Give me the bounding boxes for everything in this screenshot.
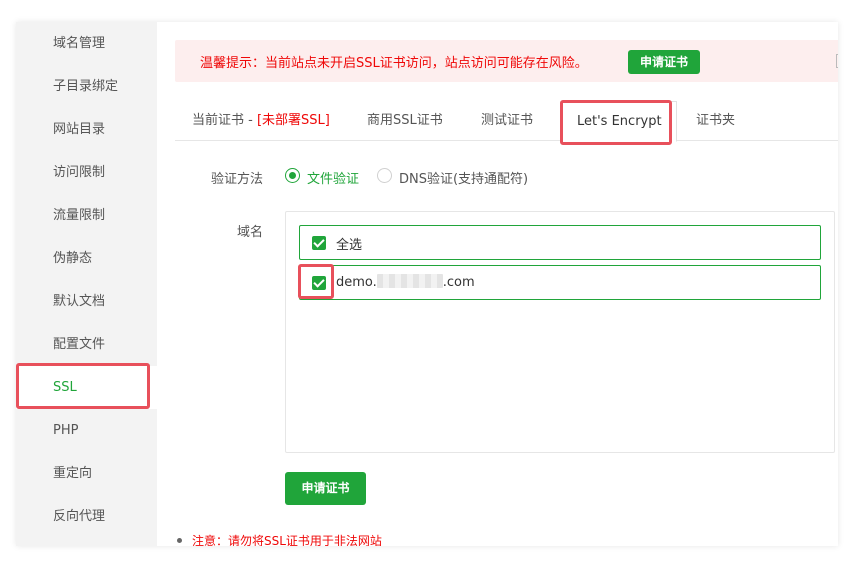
tab-current-prefix: 当前证书 - (192, 113, 257, 128)
sidebar-item-php[interactable]: PHP (16, 409, 157, 452)
note-text: 注意：请勿将SSL证书用于非法网站 (192, 534, 382, 546)
domain-list-box: 全选 demo. .com (285, 211, 835, 453)
ssl-tabs: 当前证书 - [未部署SSL] 商用SSL证书 测试证书 Let's Encry… (175, 101, 838, 142)
sidebar-item-label: 默认文档 (53, 294, 106, 309)
settings-sidebar: 域名管理 子目录绑定 网站目录 访问限制 流量限制 伪静态 默认文档 配置文件 … (16, 22, 157, 546)
select-all-checkbox[interactable] (312, 236, 326, 250)
radio-dns-verification-label[interactable]: DNS验证(支持通配符) (399, 168, 528, 187)
radio-dns-verification[interactable] (377, 168, 392, 183)
select-all-label: 全选 (336, 238, 363, 253)
sidebar-item-redirect[interactable]: 重定向 (16, 452, 157, 495)
sidebar-item-ssl[interactable]: SSL (16, 366, 157, 409)
alert-close-icon[interactable] (836, 54, 838, 68)
sidebar-item-reverse-proxy[interactable]: 反向代理 (16, 495, 157, 538)
sidebar-item-label: 伪静态 (53, 251, 93, 266)
sidebar-item-label: 配置文件 (53, 337, 106, 352)
alert-apply-certificate-button[interactable]: 申请证书 (628, 50, 700, 74)
sidebar-item-label: 重定向 (53, 466, 93, 481)
sidebar-item-label: 网站目录 (53, 122, 106, 137)
site-settings-window: 域名管理 子目录绑定 网站目录 访问限制 流量限制 伪静态 默认文档 配置文件 … (16, 22, 838, 546)
sidebar-item-label: 访问限制 (53, 165, 106, 180)
sidebar-item-rewrite[interactable]: 伪静态 (16, 237, 157, 280)
ssl-warning-alert: 温馨提示：当前站点未开启SSL证书访问，站点访问可能存在风险。 申请证书 (175, 40, 838, 82)
domain-name: demo. .com (336, 274, 475, 290)
ssl-legal-note: 注意：请勿将SSL证书用于非法网站 (177, 532, 382, 546)
tab-current-certificate[interactable]: 当前证书 - [未部署SSL] (192, 101, 330, 141)
sidebar-item-label: 子目录绑定 (53, 79, 119, 94)
sidebar-item-label: 流量限制 (53, 208, 106, 223)
ssl-panel: 温馨提示：当前站点未开启SSL证书访问，站点访问可能存在风险。 申请证书 当前证… (157, 22, 838, 546)
tab-certificate-folder[interactable]: 证书夹 (696, 101, 735, 141)
sidebar-item-default-document[interactable]: 默认文档 (16, 280, 157, 323)
sidebar-item-access-restriction[interactable]: 访问限制 (16, 151, 157, 194)
verify-method-label: 验证方法 (210, 172, 263, 187)
sidebar-item-label: 反向代理 (53, 509, 106, 524)
domain-row[interactable]: demo. .com (299, 265, 821, 300)
radio-file-verification-label[interactable]: 文件验证 (307, 168, 359, 187)
tab-current-status: [未部署SSL] (256, 113, 330, 128)
sidebar-item-config-file[interactable]: 配置文件 (16, 323, 157, 366)
bullet-icon (177, 538, 182, 543)
domain-checkbox[interactable] (312, 276, 326, 290)
sidebar-item-label: 域名管理 (53, 36, 106, 51)
sidebar-item-traffic-limit[interactable]: 流量限制 (16, 194, 157, 237)
radio-file-verification[interactable] (285, 168, 300, 183)
redacted-domain-blur (376, 274, 443, 288)
alert-text: 温馨提示：当前站点未开启SSL证书访问，站点访问可能存在风险。 (200, 56, 588, 71)
domain-name-suffix: .com (442, 275, 475, 290)
sidebar-item-domain-management[interactable]: 域名管理 (16, 22, 157, 65)
sidebar-item-subdirectory-binding[interactable]: 子目录绑定 (16, 65, 157, 108)
apply-certificate-button[interactable]: 申请证书 (285, 472, 366, 505)
select-all-row[interactable]: 全选 (299, 225, 821, 260)
domain-name-prefix: demo. (336, 275, 377, 290)
tab-commercial-ssl[interactable]: 商用SSL证书 (367, 101, 443, 141)
tab-lets-encrypt[interactable]: Let's Encrypt (562, 101, 677, 142)
domain-label: 域名 (236, 225, 263, 240)
sidebar-item-label: PHP (53, 423, 79, 438)
sidebar-item-site-directory[interactable]: 网站目录 (16, 108, 157, 151)
tab-test-certificate[interactable]: 测试证书 (481, 101, 533, 141)
sidebar-item-label: SSL (53, 380, 77, 395)
